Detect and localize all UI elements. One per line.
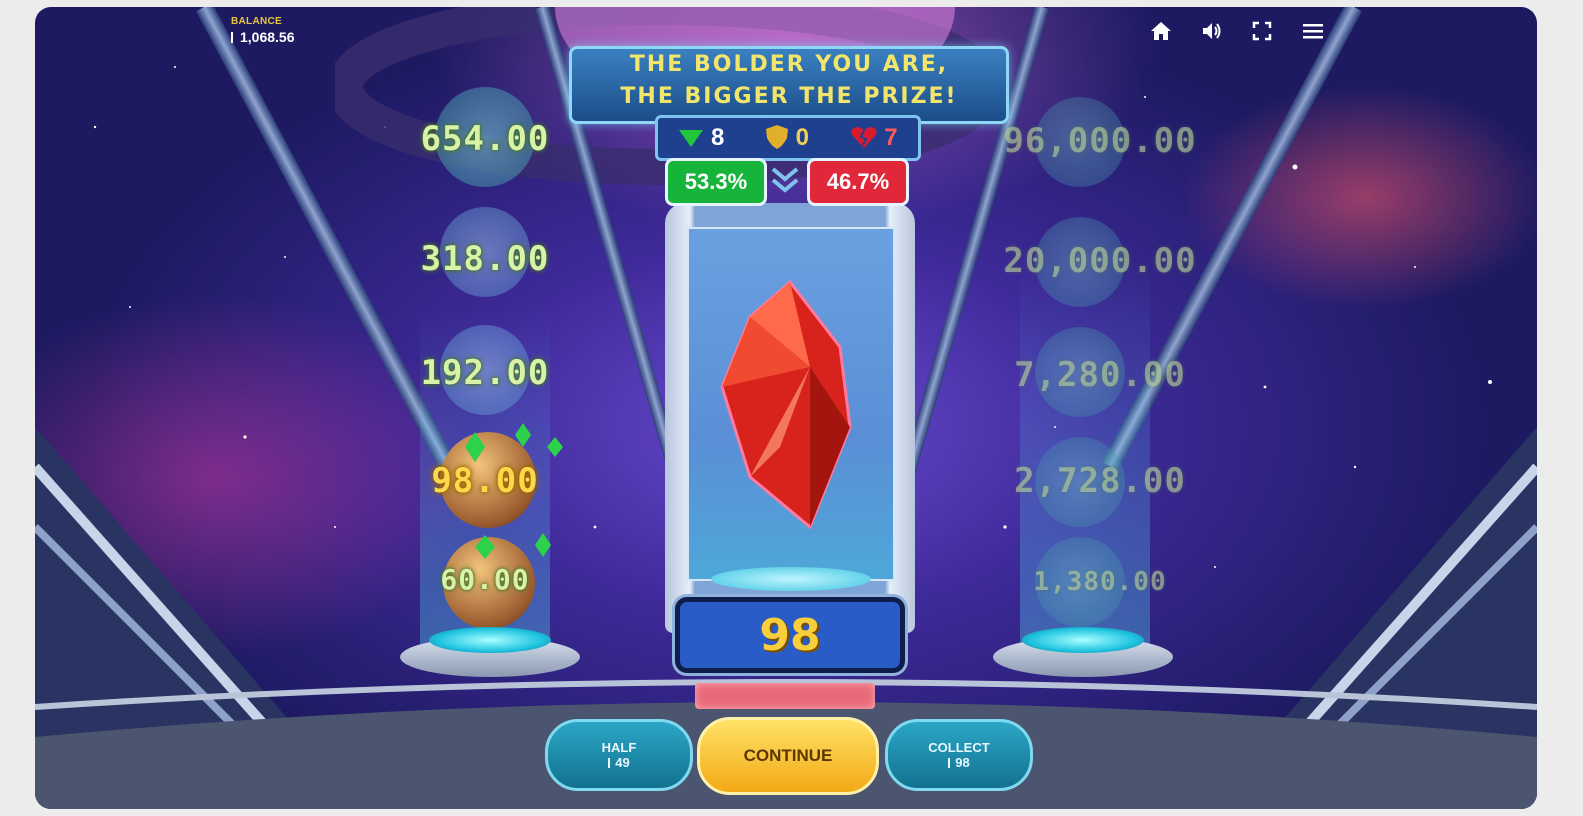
balance-label: BALANCE [231,16,282,27]
balance-amount: 1,068.56 [240,29,295,45]
collect-value: 98 [948,755,970,770]
green-gem-icon [679,130,704,147]
gem-counters: 8 0 7 [655,115,921,161]
left-prize-4-current: 98.00 [431,461,539,501]
green-percentage: 53.3% [665,158,767,206]
half-amount: 49 [615,755,630,770]
current-value-display: 98 [675,597,905,673]
green-gem-counter: 8 [678,124,724,152]
right-prize-4: 2,728.00 [1014,461,1186,501]
half-button[interactable]: HALF 49 [545,719,693,791]
shield-count: 0 [795,124,809,151]
continue-button[interactable]: CONTINUE [697,717,879,795]
currency-icon [608,758,613,768]
half-value: 49 [608,755,630,770]
fullscreen-icon[interactable] [1249,19,1275,43]
collect-amount: 98 [955,755,970,770]
menu-icon[interactable] [1300,19,1326,43]
chevron-down-icon [765,163,805,197]
collect-button[interactable]: COLLECT 98 [885,719,1033,791]
balance-value: 1,068.56 [231,29,295,45]
right-prize-5: 1,380.00 [1033,567,1167,597]
red-gem-icon [720,279,852,530]
risk-bar [695,683,875,709]
right-prize-2: 20,000.00 [1003,241,1197,281]
home-icon[interactable] [1148,19,1174,43]
red-percentage: 46.7% [807,158,909,206]
sound-icon[interactable] [1199,19,1225,43]
half-label: HALF [601,740,637,755]
slogan-banner: THE BOLDER YOU ARE, THE BIGGER THE PRIZE… [569,46,1009,124]
banner-line-2: THE BIGGER THE PRIZE! [620,84,958,109]
red-gem-counter: 7 [850,124,898,152]
right-prize-1: 96,000.00 [1003,121,1197,161]
broken-heart-icon [851,127,877,148]
collect-label: COLLECT [928,740,990,755]
currency-icon [948,758,953,768]
game-screen: BALANCE 1,068.56 654.00 318.00 192.00 98… [35,7,1537,809]
left-prize-1: 654.00 [420,119,550,159]
red-gem-count: 7 [884,124,898,151]
left-prize-2: 318.00 [420,239,550,279]
right-pedestal-light [1022,627,1144,653]
green-gem-count: 8 [710,124,725,151]
right-prize-3: 7,280.00 [1014,355,1186,395]
currency-icon [231,32,237,43]
shield-counter: 0 [765,124,809,152]
left-prize-5: 60.00 [440,563,530,596]
left-pedestal-light [429,627,551,653]
chamber-light [711,567,871,591]
banner-line-1: THE BOLDER YOU ARE, [629,52,949,77]
shield-icon [765,125,788,149]
left-prize-3: 192.00 [420,353,550,393]
